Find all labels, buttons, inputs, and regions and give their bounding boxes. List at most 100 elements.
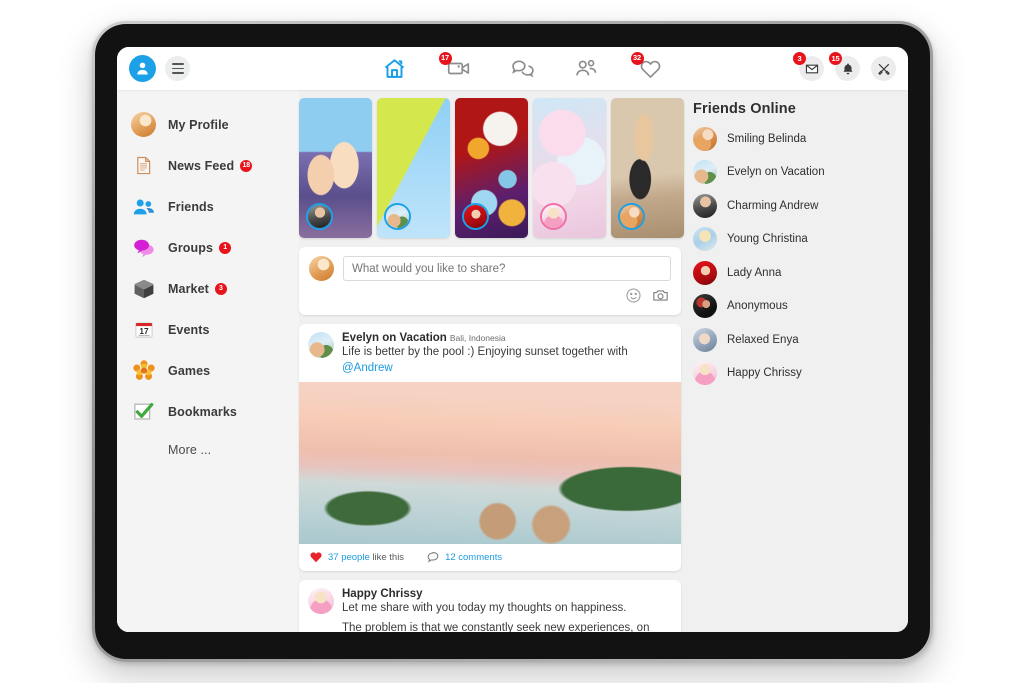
post-composer xyxy=(299,247,681,315)
post-comments[interactable]: 12 comments xyxy=(426,550,502,564)
friend-name: Anonymous xyxy=(727,300,788,313)
feed-column: Evelyn on VacationBali, Indonesia Life i… xyxy=(299,90,684,632)
friend-list-item[interactable]: Evelyn on Vacation xyxy=(693,156,908,190)
post-intro-line: Let me share with you today my thoughts … xyxy=(342,602,627,615)
sidebar-item-market[interactable]: Market 3 xyxy=(131,268,299,309)
flower-burst-icon xyxy=(131,358,156,383)
share-input[interactable] xyxy=(343,256,671,281)
video-badge: 17 xyxy=(438,51,452,65)
sidebar-item-news-feed[interactable]: News Feed 18 xyxy=(131,145,299,186)
hamburger-menu-icon[interactable] xyxy=(165,56,190,81)
stories-strip xyxy=(299,98,684,238)
sidebar-label-friends: Friends xyxy=(168,199,214,214)
avatar xyxy=(693,227,717,252)
post-likes[interactable]: 37 people like this xyxy=(309,550,404,564)
nav-messages-button[interactable] xyxy=(509,55,537,83)
checkmark-box-icon xyxy=(131,399,156,424)
sidebar-label-news-feed: News Feed xyxy=(168,158,235,173)
story-beach-cyclist[interactable] xyxy=(611,98,684,238)
post-location: Bali, Indonesia xyxy=(449,333,506,343)
friend-list-item[interactable]: Young Christina xyxy=(693,223,908,257)
composer-avatar xyxy=(309,256,334,281)
sidebar-badge-news-feed: 18 xyxy=(240,159,253,172)
sidebar-item-my-profile[interactable]: My Profile xyxy=(131,104,299,145)
notifications-button[interactable]: 15 xyxy=(829,52,860,81)
sidebar-item-events[interactable]: 17 Events xyxy=(131,309,299,350)
post-author-avatar[interactable] xyxy=(308,588,334,615)
post-author-name: Happy Chrissy xyxy=(342,588,423,601)
sidebar-badge-groups: 1 xyxy=(219,241,232,254)
friend-name: Happy Chrissy xyxy=(727,367,802,380)
sidebar-label-events: Events xyxy=(168,322,210,337)
avatar xyxy=(693,160,717,185)
smiley-face-icon[interactable] xyxy=(625,287,642,309)
post-image[interactable] xyxy=(299,382,681,545)
friend-list-item[interactable]: Anonymous xyxy=(693,290,908,324)
friends-online-panel: Friends Online Smiling Belinda Evelyn on… xyxy=(681,90,908,632)
friend-name: Evelyn on Vacation xyxy=(727,166,825,179)
friend-name: Young Christina xyxy=(727,233,808,246)
avatar xyxy=(693,327,717,352)
friends-online-title: Friends Online xyxy=(693,101,796,117)
box-icon xyxy=(131,276,156,301)
sidebar-item-bookmarks[interactable]: Bookmarks xyxy=(131,391,299,432)
mail-button[interactable]: 3 xyxy=(793,52,824,81)
friend-list-item[interactable]: Smiling Belinda xyxy=(693,122,908,156)
camera-icon[interactable] xyxy=(652,287,669,309)
nav-likes-button[interactable]: 32 xyxy=(630,51,665,83)
bell-icon xyxy=(842,63,853,74)
post-chrissy: Happy Chrissy Let me share with you toda… xyxy=(299,580,681,632)
app-screen: 17 32 3 15 My Profile News Feed 18 Frien… xyxy=(117,47,908,632)
main-content: My Profile News Feed 18 Friends Groups 1… xyxy=(117,90,908,632)
story-avatar xyxy=(540,203,567,230)
story-avatar xyxy=(306,203,333,230)
sidebar-label-market: Market xyxy=(168,281,209,296)
tablet-device-frame: 17 32 3 15 My Profile News Feed 18 Frien… xyxy=(92,21,933,662)
friend-name: Relaxed Enya xyxy=(727,333,799,346)
avatar xyxy=(693,260,717,285)
speech-bubbles-icon xyxy=(131,235,156,260)
avatar xyxy=(693,361,717,386)
story-palm-leaf[interactable] xyxy=(377,98,450,238)
sidebar-item-more[interactable]: More ... xyxy=(131,432,299,468)
settings-button[interactable] xyxy=(871,56,896,81)
friend-list-item[interactable]: Relaxed Enya xyxy=(693,323,908,357)
sidebar-label-my-profile: My Profile xyxy=(168,117,229,132)
likes-suffix: like this xyxy=(369,551,405,563)
story-bokeh-lights[interactable] xyxy=(455,98,528,238)
post-body-text: Life is better by the pool :) Enjoying s… xyxy=(342,346,628,358)
sidebar-item-games[interactable]: Games xyxy=(131,350,299,391)
topbar-left-group xyxy=(129,55,190,82)
sidebar-label-bookmarks: Bookmarks xyxy=(168,404,237,419)
nav-home-button[interactable] xyxy=(381,55,409,83)
notifications-badge: 15 xyxy=(829,52,842,65)
story-cherry-blossom[interactable] xyxy=(533,98,606,238)
post-mention-link[interactable]: @Andrew xyxy=(342,362,393,374)
friend-list-item[interactable]: Charming Andrew xyxy=(693,189,908,223)
friend-name: Charming Andrew xyxy=(727,199,819,212)
tools-icon xyxy=(877,63,890,75)
heart-icon xyxy=(310,552,322,563)
story-couple-selfie[interactable] xyxy=(299,98,372,238)
profile-photo-icon xyxy=(131,112,156,137)
user-avatar-icon[interactable] xyxy=(129,55,156,82)
svg-text:17: 17 xyxy=(139,327,149,336)
avatar xyxy=(693,294,717,319)
sidebar-item-friends[interactable]: Friends xyxy=(131,186,299,227)
post-evelyn: Evelyn on Vacation Bali, Indonesia Life i… xyxy=(299,324,681,572)
post-body-text: The problem is that we constantly seek n… xyxy=(342,621,650,632)
friend-name: Smiling Belinda xyxy=(727,132,807,145)
sidebar-item-groups[interactable]: Groups 1 xyxy=(131,227,299,268)
friend-list-item[interactable]: Lady Anna xyxy=(693,256,908,290)
likes-count: 37 people xyxy=(328,551,370,563)
sidebar-label-games: Games xyxy=(168,363,211,378)
friend-list-item[interactable]: Happy Chrissy xyxy=(693,357,908,391)
avatar xyxy=(693,126,717,151)
top-navigation-bar: 17 32 3 15 xyxy=(117,47,908,90)
document-icon xyxy=(131,153,156,178)
comment-bubble-icon xyxy=(427,551,439,563)
nav-friends-button[interactable] xyxy=(573,55,601,83)
post-author-avatar[interactable] xyxy=(308,332,334,358)
sidebar-label-more: More ... xyxy=(168,443,212,457)
nav-video-button[interactable]: 17 xyxy=(438,51,473,83)
